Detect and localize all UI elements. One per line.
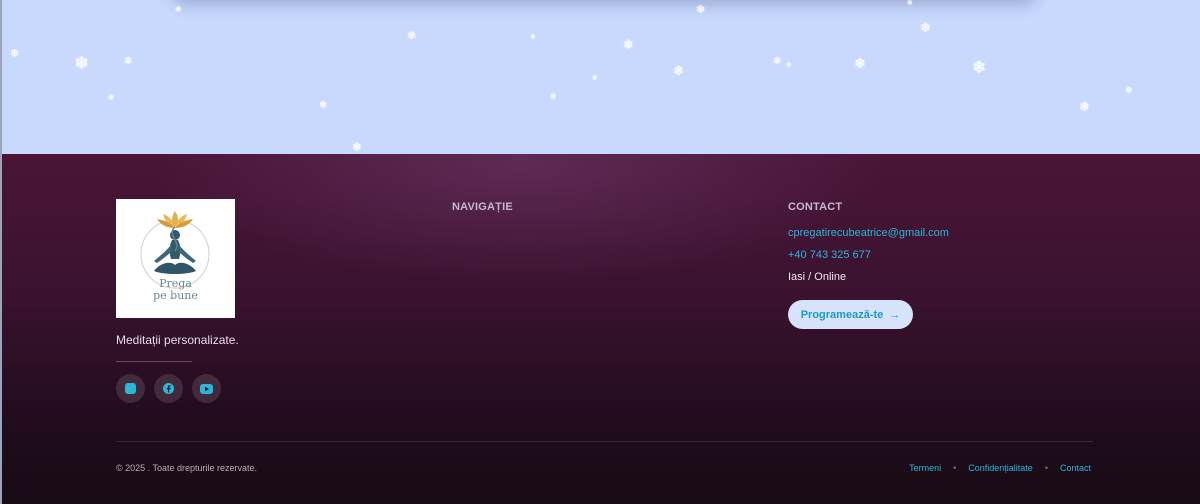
snowflake-icon: ❄: [673, 64, 684, 79]
snowflake-icon: ❄: [550, 92, 557, 101]
logo-text-line2: pe bune: [153, 289, 198, 302]
brand-tagline: Meditații personalizate.: [116, 333, 239, 347]
snowflake-icon: ❄: [124, 56, 133, 67]
youtube-link[interactable]: [192, 374, 221, 403]
snowflake-icon: ❄: [108, 93, 115, 102]
snowflake-icon: ❄: [972, 58, 987, 78]
book-appointment-label: Programează-te: [800, 308, 884, 321]
separator-dot: •: [1044, 463, 1048, 473]
hero-section-bottom: ❄ ❄ ❄ ❄ ❄ ❄ ❄ ❄ ❄ ❄ ❄ ❄ ❄ ❄ ❄ ❄ ❄ ❄ ❄ ❄ …: [0, 0, 1200, 154]
snowflake-icon: ❄: [786, 61, 792, 69]
brand-block: Prega pe bune: [116, 199, 235, 318]
snowflake-icon: ❄: [530, 33, 536, 41]
snowflake-icon: ❄: [1125, 86, 1133, 96]
arrow-right-icon: →: [889, 308, 901, 321]
brand-logo[interactable]: Prega pe bune: [116, 199, 235, 318]
snowflake-icon: ❄: [920, 21, 931, 36]
facebook-link[interactable]: [154, 374, 183, 403]
snowflake-icon: ❄: [623, 38, 634, 53]
contact-phone-link[interactable]: +40 743 325 677: [788, 249, 871, 261]
separator-dot: •: [953, 463, 957, 473]
snowflake-icon: ❄: [907, 0, 913, 7]
site-footer: Prega pe bune Meditații personalizate. N…: [0, 154, 1200, 504]
instagram-icon: [125, 383, 136, 394]
snowflake-icon: ❄: [773, 56, 782, 67]
snowflake-icon: ❄: [175, 5, 182, 14]
contact-title: CONTACT: [788, 201, 843, 213]
snowflake-icon: ❄: [319, 100, 328, 111]
snowflake-icon: ❄: [74, 53, 90, 74]
copyright-text: © 2025 . Toate drepturile rezervate.: [116, 463, 258, 473]
privacy-link[interactable]: Confidențialitate: [968, 463, 1033, 473]
brand-divider: [116, 361, 192, 362]
book-appointment-button[interactable]: Programează-te →: [788, 300, 913, 329]
snowflake-icon: ❄: [407, 29, 417, 42]
snowflake-icon: ❄: [854, 56, 866, 72]
legal-links: Termeni • Confidențialitate • Contact: [909, 463, 1091, 473]
facebook-icon: [163, 383, 174, 394]
logo-text-line1: Prega: [159, 277, 192, 290]
snowflake-icon: ❄: [592, 74, 598, 82]
snowflake-icon: ❄: [1079, 100, 1090, 115]
snowflake-icon: ❄: [10, 47, 20, 60]
snowflake-icon: ❄: [352, 140, 363, 154]
youtube-icon: [200, 383, 213, 394]
social-links: [116, 374, 221, 403]
contact-email-link[interactable]: cpregatirecubeatrice@gmail.com: [788, 227, 949, 239]
navigation-title: NAVIGAȚIE: [452, 201, 513, 213]
terms-link[interactable]: Termeni: [909, 463, 941, 473]
contact-link[interactable]: Contact: [1060, 463, 1091, 473]
footer-divider: [116, 441, 1093, 442]
snowflake-icon: ❄: [696, 3, 706, 16]
contact-location: Iasi / Online: [788, 271, 847, 283]
instagram-link[interactable]: [116, 374, 145, 403]
